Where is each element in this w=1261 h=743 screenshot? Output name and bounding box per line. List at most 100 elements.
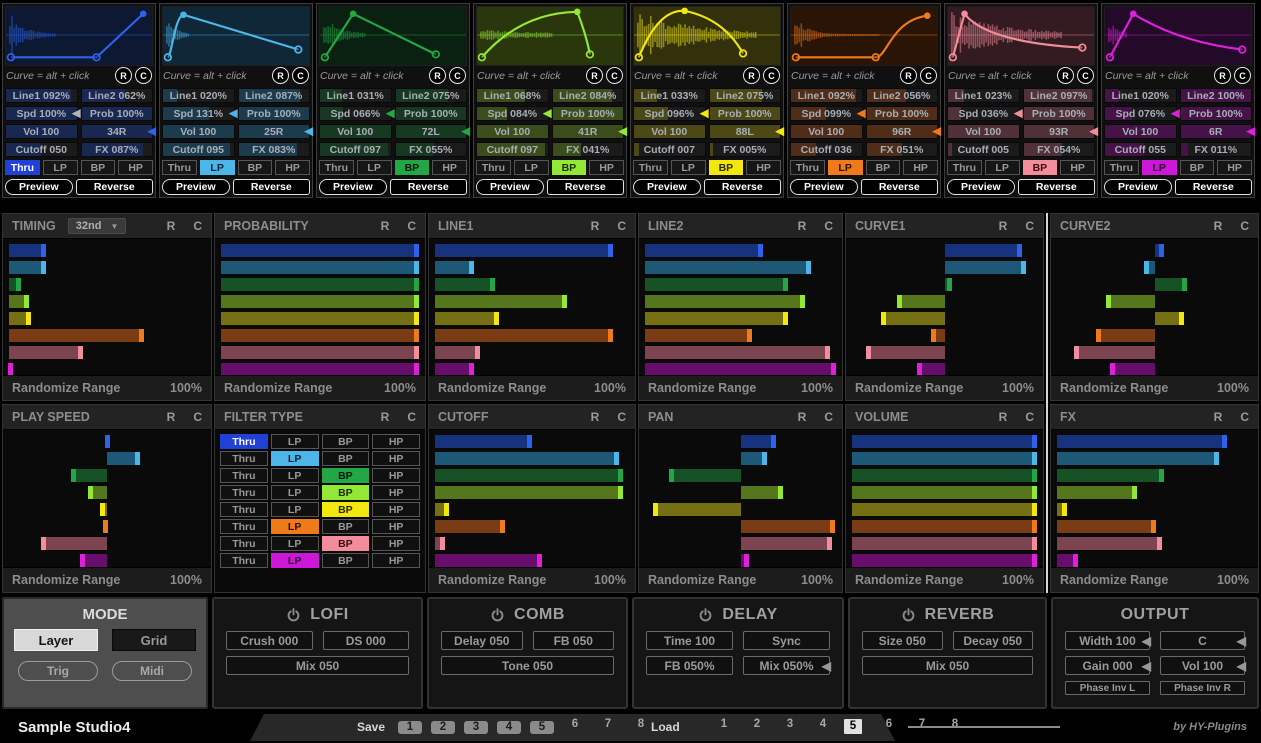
pan-cell[interactable]: 96R◀	[866, 124, 939, 139]
filter-hp-button[interactable]: HP	[746, 160, 781, 175]
randomize-range-label[interactable]: Randomize Range	[855, 381, 1002, 395]
param-bar-row[interactable]	[435, 520, 629, 533]
reverse-button[interactable]: Reverse	[861, 179, 938, 195]
speed-cell[interactable]: Spd 096%◀	[633, 106, 706, 121]
randomize-range-value[interactable]: 100%	[384, 381, 416, 395]
param-bar-row[interactable]	[221, 244, 419, 257]
filter-thru-button[interactable]: Thru	[220, 468, 268, 483]
waveform-display[interactable]	[162, 6, 310, 66]
phase-inv-r-button[interactable]: Phase Inv R	[1160, 681, 1245, 695]
filter-lp-button[interactable]: LP	[271, 451, 319, 466]
filter-bp-button[interactable]: BP	[322, 485, 370, 500]
filter-bp-button[interactable]: BP	[709, 160, 744, 175]
pan-cell[interactable]: 88L◀	[709, 124, 782, 139]
probability-cell[interactable]: Prob 100%	[1023, 106, 1096, 121]
param-bar-row[interactable]	[221, 346, 419, 359]
param-bar-row[interactable]	[852, 452, 1037, 465]
c-button[interactable]: C	[1025, 410, 1034, 424]
fx-cell[interactable]: FX 055%	[395, 142, 468, 157]
fb-050-button[interactable]: FB 050	[533, 631, 615, 650]
load-slot-8[interactable]: 8	[943, 718, 967, 730]
randomize-range-value[interactable]: 100%	[594, 381, 626, 395]
save-slot-7[interactable]: 7	[596, 718, 620, 730]
param-bar-row[interactable]	[435, 278, 629, 291]
filter-lp-button[interactable]: LP	[271, 502, 319, 517]
param-bar-row[interactable]	[852, 486, 1037, 499]
save-slot-3[interactable]: 3	[464, 721, 488, 734]
fx-cell[interactable]: FX 041%	[552, 142, 625, 157]
filter-bp-button[interactable]: BP	[552, 160, 587, 175]
filter-hp-button[interactable]: HP	[432, 160, 467, 175]
param-bar-row[interactable]	[852, 312, 1037, 325]
filter-lp-button[interactable]: LP	[357, 160, 392, 175]
param-bar-row[interactable]	[9, 295, 205, 308]
r-button[interactable]: R	[900, 67, 917, 84]
filter-lp-button[interactable]: LP	[271, 468, 319, 483]
r-button[interactable]: R	[381, 219, 390, 233]
filter-bp-button[interactable]: BP	[322, 519, 370, 534]
save-slot-1[interactable]: 1	[398, 721, 422, 734]
param-bar-row[interactable]	[221, 312, 419, 325]
load-slot-1[interactable]: 1	[712, 718, 736, 730]
param-bar-row[interactable]	[1057, 435, 1252, 448]
volume-cell[interactable]: Vol 100	[476, 124, 549, 139]
filter-bp-button[interactable]: BP	[866, 160, 901, 175]
waveform-display[interactable]	[947, 6, 1095, 66]
filter-thru-button[interactable]: Thru	[162, 160, 197, 175]
tone-050-button[interactable]: Tone 050	[441, 656, 614, 675]
load-slot-2[interactable]: 2	[745, 718, 769, 730]
fx-cell[interactable]: FX 087%	[81, 142, 154, 157]
filter-bp-button[interactable]: BP	[81, 160, 116, 175]
layer-mode-button[interactable]: Layer	[14, 629, 98, 651]
param-bar-row[interactable]	[1057, 312, 1252, 325]
filter-lp-button[interactable]: LP	[1142, 160, 1177, 175]
filter-bp-button[interactable]: BP	[322, 468, 370, 483]
phase-inv-l-button[interactable]: Phase Inv L	[1065, 681, 1150, 695]
param-bar-row[interactable]	[852, 469, 1037, 482]
pan-cell[interactable]: 93R◀	[1023, 124, 1096, 139]
cutoff-cell[interactable]: Cutoff 007	[633, 142, 706, 157]
param-bar-row[interactable]	[435, 435, 629, 448]
param-bar-row[interactable]	[9, 435, 205, 448]
param-bar-row[interactable]	[9, 520, 205, 533]
cutoff-cell[interactable]: Cutoff 055	[1104, 142, 1177, 157]
speed-cell[interactable]: Spd 084%◀	[476, 106, 549, 121]
filter-hp-button[interactable]: HP	[118, 160, 153, 175]
mix-050-button[interactable]: Mix 050	[862, 656, 1033, 675]
line2-cell[interactable]: Line2 087%	[238, 88, 311, 103]
r-button[interactable]: R	[167, 219, 176, 233]
param-bar-row[interactable]	[9, 452, 205, 465]
cutoff-cell[interactable]: Cutoff 095	[162, 142, 235, 157]
time-100-button[interactable]: Time 100	[646, 631, 733, 650]
line2-cell[interactable]: Line2 056%	[866, 88, 939, 103]
volume-cell[interactable]: Vol 100	[162, 124, 235, 139]
volume-cell[interactable]: Vol 100	[947, 124, 1020, 139]
param-bar-row[interactable]	[9, 469, 205, 482]
preview-button[interactable]: Preview	[1104, 179, 1172, 195]
filter-lp-button[interactable]: LP	[271, 553, 319, 568]
line2-cell[interactable]: Line2 075%	[709, 88, 782, 103]
filter-thru-button[interactable]: Thru	[220, 434, 268, 449]
c-button[interactable]: C	[449, 67, 466, 84]
speed-cell[interactable]: Spd 066%◀	[319, 106, 392, 121]
preview-button[interactable]: Preview	[633, 179, 701, 195]
param-bar-row[interactable]	[645, 520, 836, 533]
filter-thru-button[interactable]: Thru	[319, 160, 354, 175]
r-button[interactable]: R	[1214, 219, 1223, 233]
param-bar-row[interactable]	[435, 329, 629, 342]
randomize-range-label[interactable]: Randomize Range	[855, 573, 1002, 587]
line1-cell[interactable]: Line1 020%	[162, 88, 235, 103]
pan-cell[interactable]: 34R◀	[81, 124, 154, 139]
filter-thru-button[interactable]: Thru	[220, 451, 268, 466]
power-icon[interactable]	[286, 608, 301, 623]
probability-cell[interactable]: Prob 100%	[395, 106, 468, 121]
param-bar-row[interactable]	[1057, 469, 1252, 482]
speed-cell[interactable]: Spd 036%◀	[947, 106, 1020, 121]
volume-cell[interactable]: Vol 100	[5, 124, 78, 139]
param-bar-row[interactable]	[435, 537, 629, 550]
r-button[interactable]: R	[798, 410, 807, 424]
param-bar-row[interactable]	[221, 329, 419, 342]
pan-cell[interactable]: 72L◀	[395, 124, 468, 139]
randomize-range-value[interactable]: 100%	[170, 573, 202, 587]
line1-cell[interactable]: Line1 020%	[1104, 88, 1177, 103]
